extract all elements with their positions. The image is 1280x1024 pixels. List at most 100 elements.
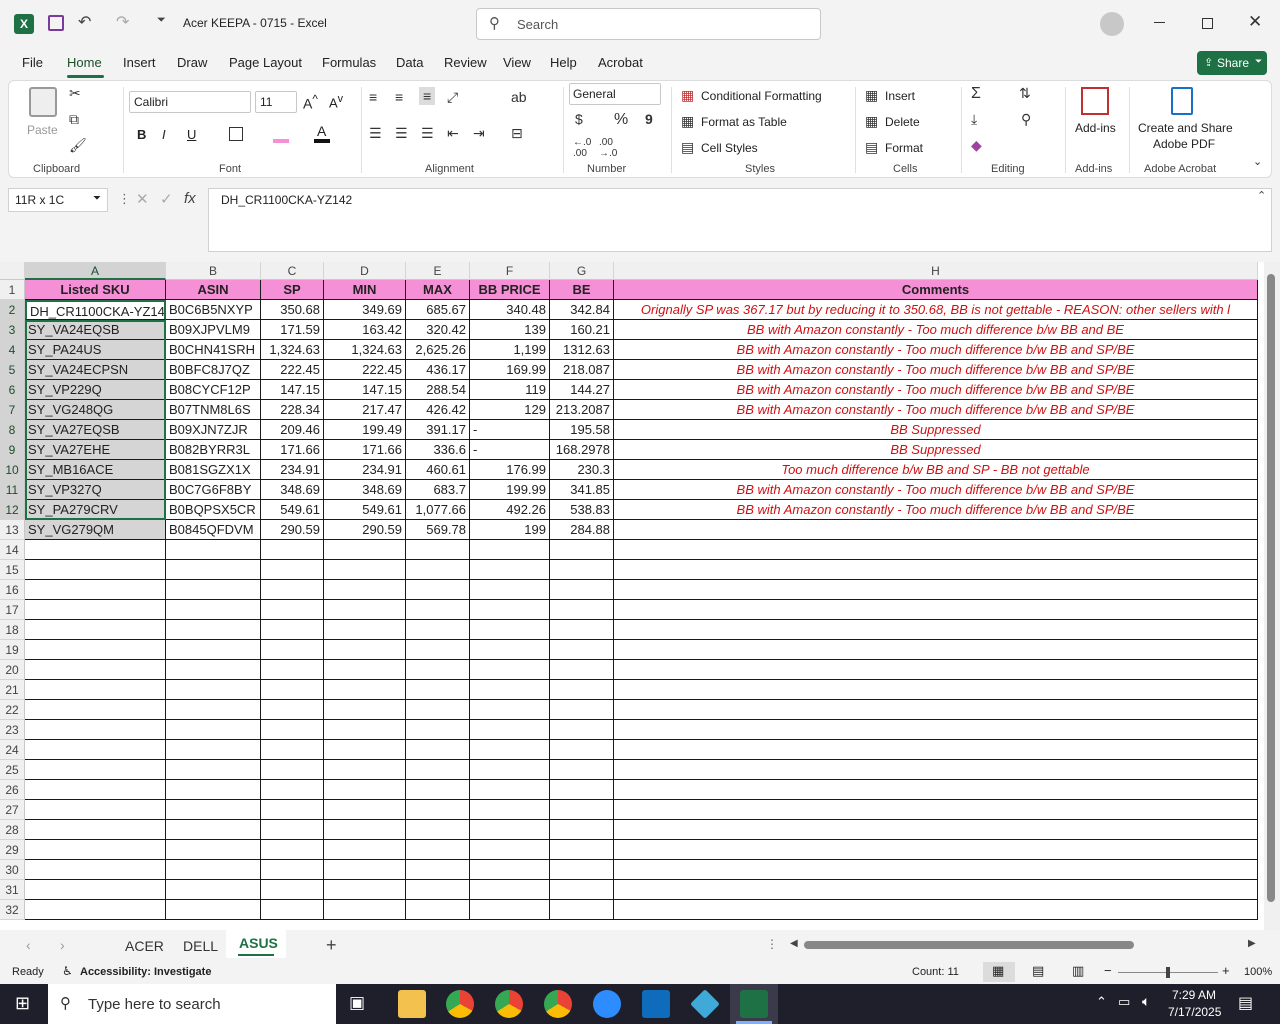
insert-function-icon[interactable]: fx <box>184 190 196 207</box>
empty-cell[interactable] <box>406 620 470 640</box>
empty-cell[interactable] <box>166 900 261 920</box>
empty-cell[interactable] <box>614 680 1258 700</box>
empty-cell[interactable] <box>324 620 406 640</box>
table-cell[interactable]: BB with Amazon constantly - Too much dif… <box>614 480 1258 500</box>
new-sheet-icon[interactable]: + <box>326 935 337 956</box>
table-cell[interactable]: 290.59 <box>324 520 406 540</box>
wrap-text-icon[interactable]: ab <box>511 89 527 105</box>
tab-home[interactable]: Home <box>67 55 102 70</box>
empty-cell[interactable] <box>324 720 406 740</box>
empty-cell[interactable] <box>25 560 166 580</box>
row-header[interactable]: 20 <box>0 660 25 680</box>
row-header[interactable]: 29 <box>0 840 25 860</box>
header-cell[interactable]: ASIN <box>166 280 261 300</box>
undo-icon[interactable]: ↶ <box>78 12 91 32</box>
scroll-right-icon[interactable]: ▶ <box>1248 938 1256 949</box>
empty-cell[interactable] <box>550 900 614 920</box>
empty-cell[interactable] <box>261 600 324 620</box>
sheet-tab-acer[interactable]: ACER <box>125 938 164 954</box>
accessibility-status[interactable]: Accessibility: Investigate <box>80 966 211 978</box>
save-icon[interactable] <box>48 15 64 31</box>
table-cell[interactable]: B08CYCF12P <box>166 380 261 400</box>
grow-font-icon[interactable]: A^ <box>303 93 318 112</box>
table-cell[interactable]: 349.69 <box>324 300 406 320</box>
empty-cell[interactable] <box>550 660 614 680</box>
table-cell[interactable]: 176.99 <box>470 460 550 480</box>
empty-cell[interactable] <box>550 640 614 660</box>
table-cell[interactable]: B081SGZX1X <box>166 460 261 480</box>
empty-cell[interactable] <box>406 840 470 860</box>
header-cell[interactable]: SP <box>261 280 324 300</box>
empty-cell[interactable] <box>166 780 261 800</box>
empty-cell[interactable] <box>166 800 261 820</box>
chrome-icon[interactable] <box>446 990 474 1018</box>
table-cell[interactable]: 213.2087 <box>550 400 614 420</box>
table-cell[interactable]: 199 <box>470 520 550 540</box>
sheet-tab-dell[interactable]: DELL <box>183 938 218 954</box>
tab-acrobat[interactable]: Acrobat <box>598 55 643 70</box>
header-cell[interactable]: Comments <box>614 280 1258 300</box>
find-select-icon[interactable]: ⚲ <box>1021 111 1031 128</box>
outlook-icon[interactable] <box>642 990 670 1018</box>
add-ins-button[interactable]: Add-ins <box>1075 121 1116 135</box>
empty-cell[interactable] <box>406 900 470 920</box>
column-header-f[interactable]: F <box>470 262 550 280</box>
empty-cell[interactable] <box>324 640 406 660</box>
empty-cell[interactable] <box>406 580 470 600</box>
table-cell[interactable]: 222.45 <box>261 360 324 380</box>
header-cell[interactable]: MAX <box>406 280 470 300</box>
zoom-in-icon[interactable]: + <box>1222 963 1230 978</box>
empty-cell[interactable] <box>470 580 550 600</box>
share-button[interactable]: ⇪ Share ⏷ <box>1197 51 1267 75</box>
row-header[interactable]: 31 <box>0 880 25 900</box>
clock-date[interactable]: 7/17/2025 <box>1168 1005 1221 1019</box>
empty-cell[interactable] <box>166 760 261 780</box>
empty-cell[interactable] <box>166 660 261 680</box>
app-diamond-icon[interactable] <box>690 989 720 1019</box>
close-icon[interactable]: ✕ <box>1248 12 1262 32</box>
tab-review[interactable]: Review <box>444 55 487 70</box>
page-break-view-icon[interactable]: ▥ <box>1072 963 1084 979</box>
empty-cell[interactable] <box>25 860 166 880</box>
row-header[interactable]: 6 <box>0 380 25 400</box>
table-cell[interactable]: B0C7G6F8BY <box>166 480 261 500</box>
cell-styles-icon[interactable]: ▤ <box>681 139 694 156</box>
tab-draw[interactable]: Draw <box>177 55 207 70</box>
clock-time[interactable]: 7:29 AM <box>1172 988 1216 1002</box>
empty-cell[interactable] <box>25 580 166 600</box>
column-header-b[interactable]: B <box>166 262 261 280</box>
empty-cell[interactable] <box>166 620 261 640</box>
row-header[interactable]: 2 <box>0 300 25 320</box>
empty-cell[interactable] <box>614 860 1258 880</box>
tab-data[interactable]: Data <box>396 55 423 70</box>
empty-cell[interactable] <box>550 700 614 720</box>
empty-cell[interactable] <box>406 860 470 880</box>
create-share-label[interactable]: Create and Share <box>1138 121 1233 135</box>
empty-cell[interactable] <box>25 760 166 780</box>
table-cell[interactable]: - <box>470 440 550 460</box>
tab-insert[interactable]: Insert <box>123 55 156 70</box>
increase-decimal-icon[interactable]: ←.0.00 <box>573 137 591 159</box>
empty-cell[interactable] <box>550 560 614 580</box>
decrease-decimal-icon[interactable]: .00 →.0 <box>599 137 617 159</box>
empty-cell[interactable] <box>261 580 324 600</box>
empty-cell[interactable] <box>324 900 406 920</box>
header-cell[interactable]: BE <box>550 280 614 300</box>
empty-cell[interactable] <box>614 800 1258 820</box>
column-header-c[interactable]: C <box>261 262 324 280</box>
empty-cell[interactable] <box>25 700 166 720</box>
empty-cell[interactable] <box>550 840 614 860</box>
comma-style-icon[interactable]: 9 <box>645 111 653 127</box>
empty-cell[interactable] <box>550 800 614 820</box>
empty-cell[interactable] <box>166 600 261 620</box>
table-cell[interactable]: SY_VA24ECPSN <box>25 360 166 380</box>
zoom-app-icon[interactable] <box>593 990 621 1018</box>
tab-formulas[interactable]: Formulas <box>322 55 376 70</box>
table-cell[interactable]: Orignally SP was 367.17 but by reducing … <box>614 300 1258 320</box>
vertical-scrollbar[interactable] <box>1264 262 1280 930</box>
row-header[interactable]: 21 <box>0 680 25 700</box>
empty-cell[interactable] <box>324 760 406 780</box>
increase-indent-icon[interactable]: ⇥ <box>473 125 485 142</box>
empty-cell[interactable] <box>614 600 1258 620</box>
empty-cell[interactable] <box>470 560 550 580</box>
